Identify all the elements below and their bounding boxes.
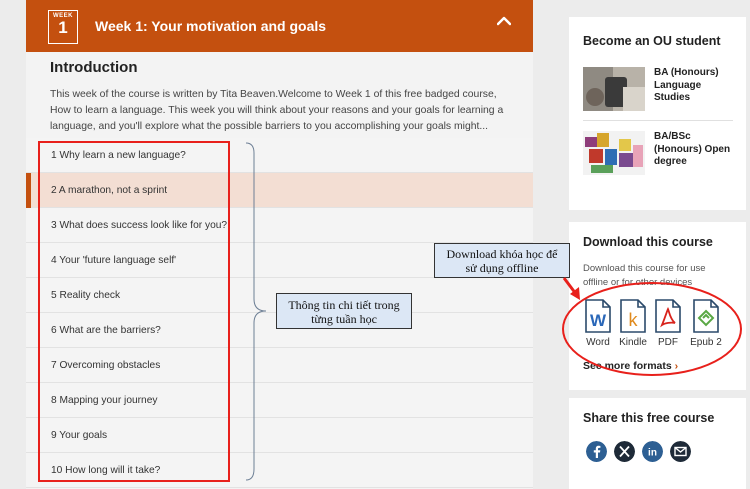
page: WEEK 1 Week 1: Your motivation and goals…: [0, 0, 750, 489]
promo-open-degree-link[interactable]: BA/BSc (Honours) Open degree: [654, 131, 734, 169]
introduction-block: Introduction This week of the course is …: [26, 52, 533, 138]
week-badge: WEEK 1: [48, 10, 78, 44]
introduction-heading: Introduction: [50, 59, 138, 76]
download-course-title: Download this course: [583, 235, 713, 249]
email-icon[interactable]: [670, 441, 691, 462]
become-ou-student-title: Become an OU student: [583, 34, 721, 48]
annotation-details-note: Thông tin chi tiết trong từng tuần học: [276, 293, 412, 329]
facebook-icon[interactable]: [586, 441, 607, 462]
annotation-download-note: Download khóa học để sử dụng offline: [434, 243, 570, 278]
become-ou-student-card: Become an OU student BA (Honours) Langua…: [569, 17, 746, 210]
annotation-section-highlight: [38, 141, 230, 482]
open-degree-image[interactable]: [583, 131, 645, 175]
language-studies-image[interactable]: [583, 67, 645, 111]
week-badge-number: 1: [58, 18, 68, 37]
annotation-formats-ellipse: [562, 282, 742, 376]
introduction-text: This week of the course is written by Ti…: [50, 89, 504, 132]
x-icon[interactable]: [614, 441, 635, 462]
annotation-brace: [245, 142, 267, 481]
divider: [583, 120, 733, 121]
chevron-up-icon[interactable]: [497, 14, 511, 28]
week-title: Week 1: Your motivation and goals: [95, 18, 327, 34]
svg-text:in: in: [648, 448, 657, 459]
promo-language-studies-link[interactable]: BA (Honours) Language Studies: [654, 67, 734, 105]
share-course-title: Share this free course: [583, 411, 715, 425]
week-header[interactable]: WEEK 1 Week 1: Your motivation and goals: [26, 0, 533, 52]
linkedin-icon[interactable]: in: [642, 441, 663, 462]
